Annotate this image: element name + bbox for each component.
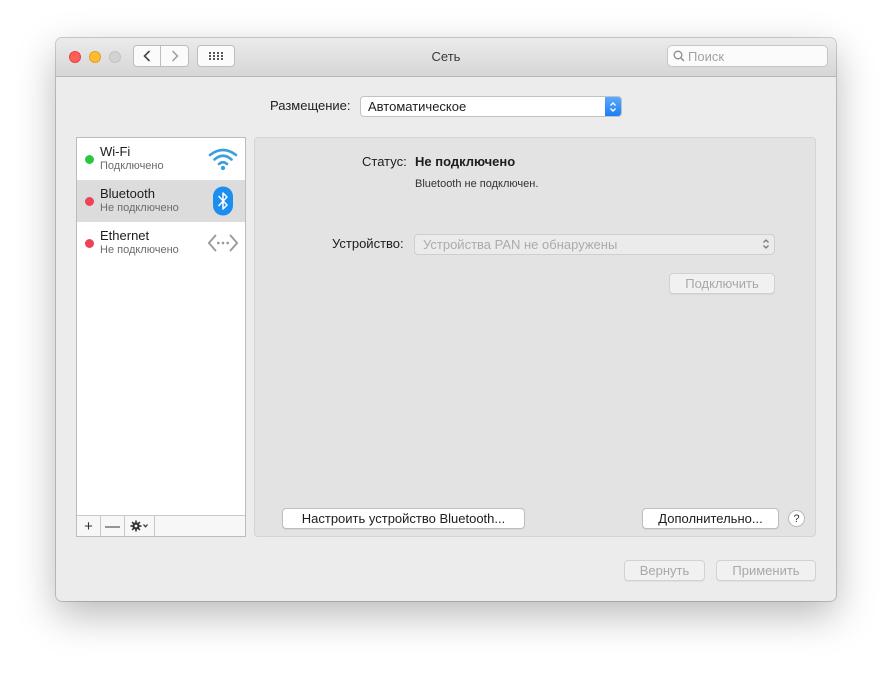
device-label: Устройство: <box>332 236 404 251</box>
device-value: Устройства PAN не обнаружены <box>423 237 618 252</box>
status-description: Bluetooth не подключен. <box>415 178 539 190</box>
service-item-wifi[interactable]: Wi-Fi Подключено <box>77 138 245 180</box>
search-field[interactable] <box>667 45 828 67</box>
title-bar: Сеть <box>56 38 836 77</box>
bluetooth-icon <box>207 186 239 216</box>
service-status: Не подключено <box>100 202 179 214</box>
service-item-bluetooth[interactable]: Bluetooth Не подключено <box>77 180 245 222</box>
service-item-ethernet[interactable]: Ethernet Не подключено <box>77 222 245 264</box>
service-name: Ethernet <box>100 228 150 243</box>
add-service-button[interactable]: + <box>77 516 101 536</box>
device-select[interactable]: Устройства PAN не обнаружены <box>414 234 775 255</box>
advanced-button[interactable]: Дополнительно... <box>642 508 779 529</box>
service-status: Не подключено <box>100 244 179 256</box>
wifi-icon <box>207 144 239 174</box>
popup-arrows-icon <box>605 97 621 116</box>
service-status: Подключено <box>100 160 164 172</box>
apply-button[interactable]: Применить <box>716 560 816 581</box>
status-label: Статус: <box>362 154 407 169</box>
location-value: Автоматическое <box>368 99 467 114</box>
service-name: Wi-Fi <box>100 144 131 159</box>
ethernet-icon <box>207 228 239 258</box>
location-select[interactable]: Автоматическое <box>360 96 622 117</box>
service-name: Bluetooth <box>100 186 155 201</box>
status-dot-red <box>85 239 94 248</box>
service-actions-button[interactable] <box>125 516 155 536</box>
popup-arrows-icon <box>758 238 774 251</box>
status-dot-red <box>85 197 94 206</box>
service-list-toolbar: + — <box>77 515 245 536</box>
setup-bluetooth-device-button[interactable]: Настроить устройство Bluetooth... <box>282 508 525 529</box>
search-icon <box>673 50 685 62</box>
connect-button[interactable]: Подключить <box>669 273 775 294</box>
remove-service-button[interactable]: — <box>101 516 125 536</box>
service-list: Wi-Fi Подключено Bluetooth Не подключено <box>76 137 246 537</box>
status-value: Не подключено <box>415 154 516 169</box>
gear-icon <box>130 520 148 532</box>
location-label: Размещение: <box>270 98 351 113</box>
help-button[interactable]: ? <box>788 510 805 527</box>
service-detail-panel: Статус: Не подключено Bluetooth не подкл… <box>254 137 816 537</box>
revert-button[interactable]: Вернуть <box>624 560 705 581</box>
status-dot-green <box>85 155 94 164</box>
network-preferences-window: Сеть Размещение: Автоматическое Wi-Fi По… <box>56 38 836 601</box>
search-input[interactable] <box>685 48 808 64</box>
